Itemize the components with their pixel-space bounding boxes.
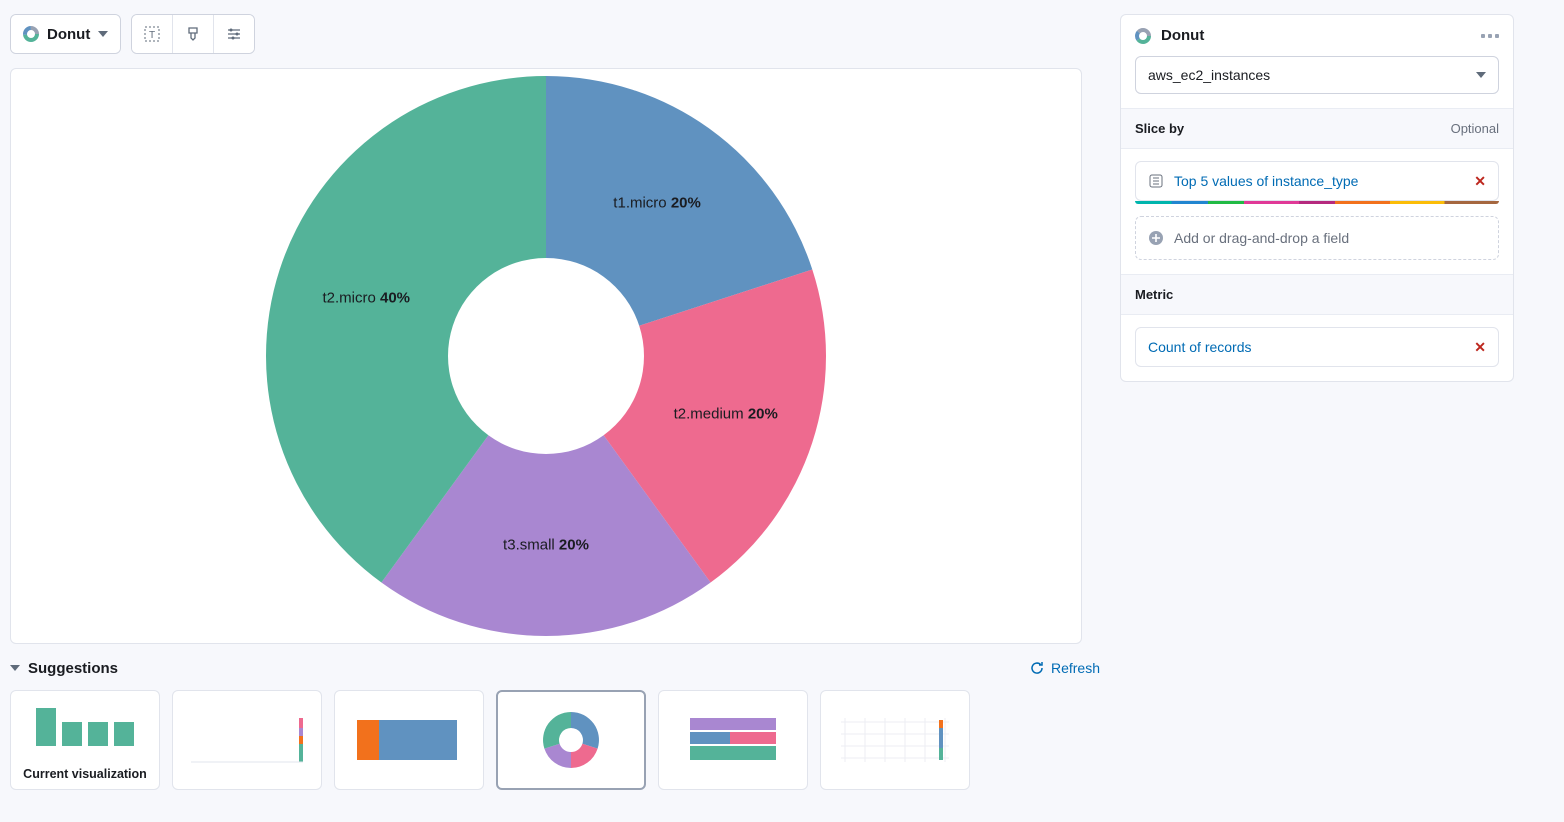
chart-type-dropdown[interactable]: Donut [11,15,120,53]
refresh-button[interactable]: Refresh [1029,660,1100,676]
metric-label: Metric [1135,287,1173,302]
brush-mode-button[interactable] [173,15,214,53]
chevron-down-icon [1476,72,1486,78]
suggestion-card-current[interactable]: Current visualization [10,690,160,790]
slice-by-header: Slice by Optional [1121,108,1513,149]
plus-circle-icon [1148,230,1164,246]
refresh-label: Refresh [1051,660,1100,676]
suggestions-header: Suggestions Refresh [10,654,1100,682]
remove-slice-button[interactable]: ✕ [1474,173,1486,190]
suggestion-card-stacked[interactable] [334,690,484,790]
suggestion-card-area[interactable] [820,690,970,790]
svg-text:T: T [149,30,155,41]
chart-canvas-card: t1.micro 20%t2.medium 20%t3.small 20%t2.… [10,68,1082,644]
metric-header: Metric [1121,274,1513,315]
slice-by-label: Slice by [1135,121,1184,136]
chevron-down-icon[interactable] [10,665,20,671]
remove-metric-button[interactable]: ✕ [1474,339,1486,356]
metric-value: Count of records [1148,339,1252,355]
text-frame-icon: T [144,26,160,42]
optional-label: Optional [1451,121,1499,136]
add-field-dropzone[interactable]: Add or drag-and-drop a field [1135,216,1499,260]
refresh-icon [1029,660,1045,676]
config-title: Donut [1161,27,1204,44]
palette-bar [1135,201,1499,204]
text-mode-button[interactable]: T [132,15,173,53]
dropzone-label: Add or drag-and-drop a field [1174,230,1349,246]
slice-by-value: Top 5 values of instance_type [1174,173,1358,189]
suggestion-card-line[interactable] [172,690,322,790]
suggestion-card-donut[interactable] [496,690,646,790]
datasource-value: aws_ec2_instances [1148,67,1270,83]
suggestions-row: Current visualization [10,690,1100,790]
metric-pill[interactable]: Count of records ✕ [1135,327,1499,367]
config-panel: Donut aws_ec2_instances Slice by Optiona… [1120,14,1514,382]
donut-icon [23,26,39,42]
suggestions-title: Suggestions [28,660,118,677]
datasource-select[interactable]: aws_ec2_instances [1135,56,1499,94]
field-icon [1148,173,1164,189]
suggestion-card-hbar[interactable] [658,690,808,790]
more-actions-button[interactable] [1481,34,1499,38]
donut-icon [1135,28,1151,44]
chevron-down-icon [98,31,108,37]
chart-toolbar: Donut T [10,14,1100,54]
donut-chart: t1.micro 20%t2.medium 20%t3.small 20%t2.… [246,56,846,656]
settings-mode-button[interactable] [214,15,254,53]
slice-by-pill[interactable]: Top 5 values of instance_type ✕ [1135,161,1499,201]
sliders-icon [226,26,242,42]
chart-type-label: Donut [47,26,90,43]
brush-icon [185,26,201,42]
suggestion-caption: Current visualization [23,763,147,789]
